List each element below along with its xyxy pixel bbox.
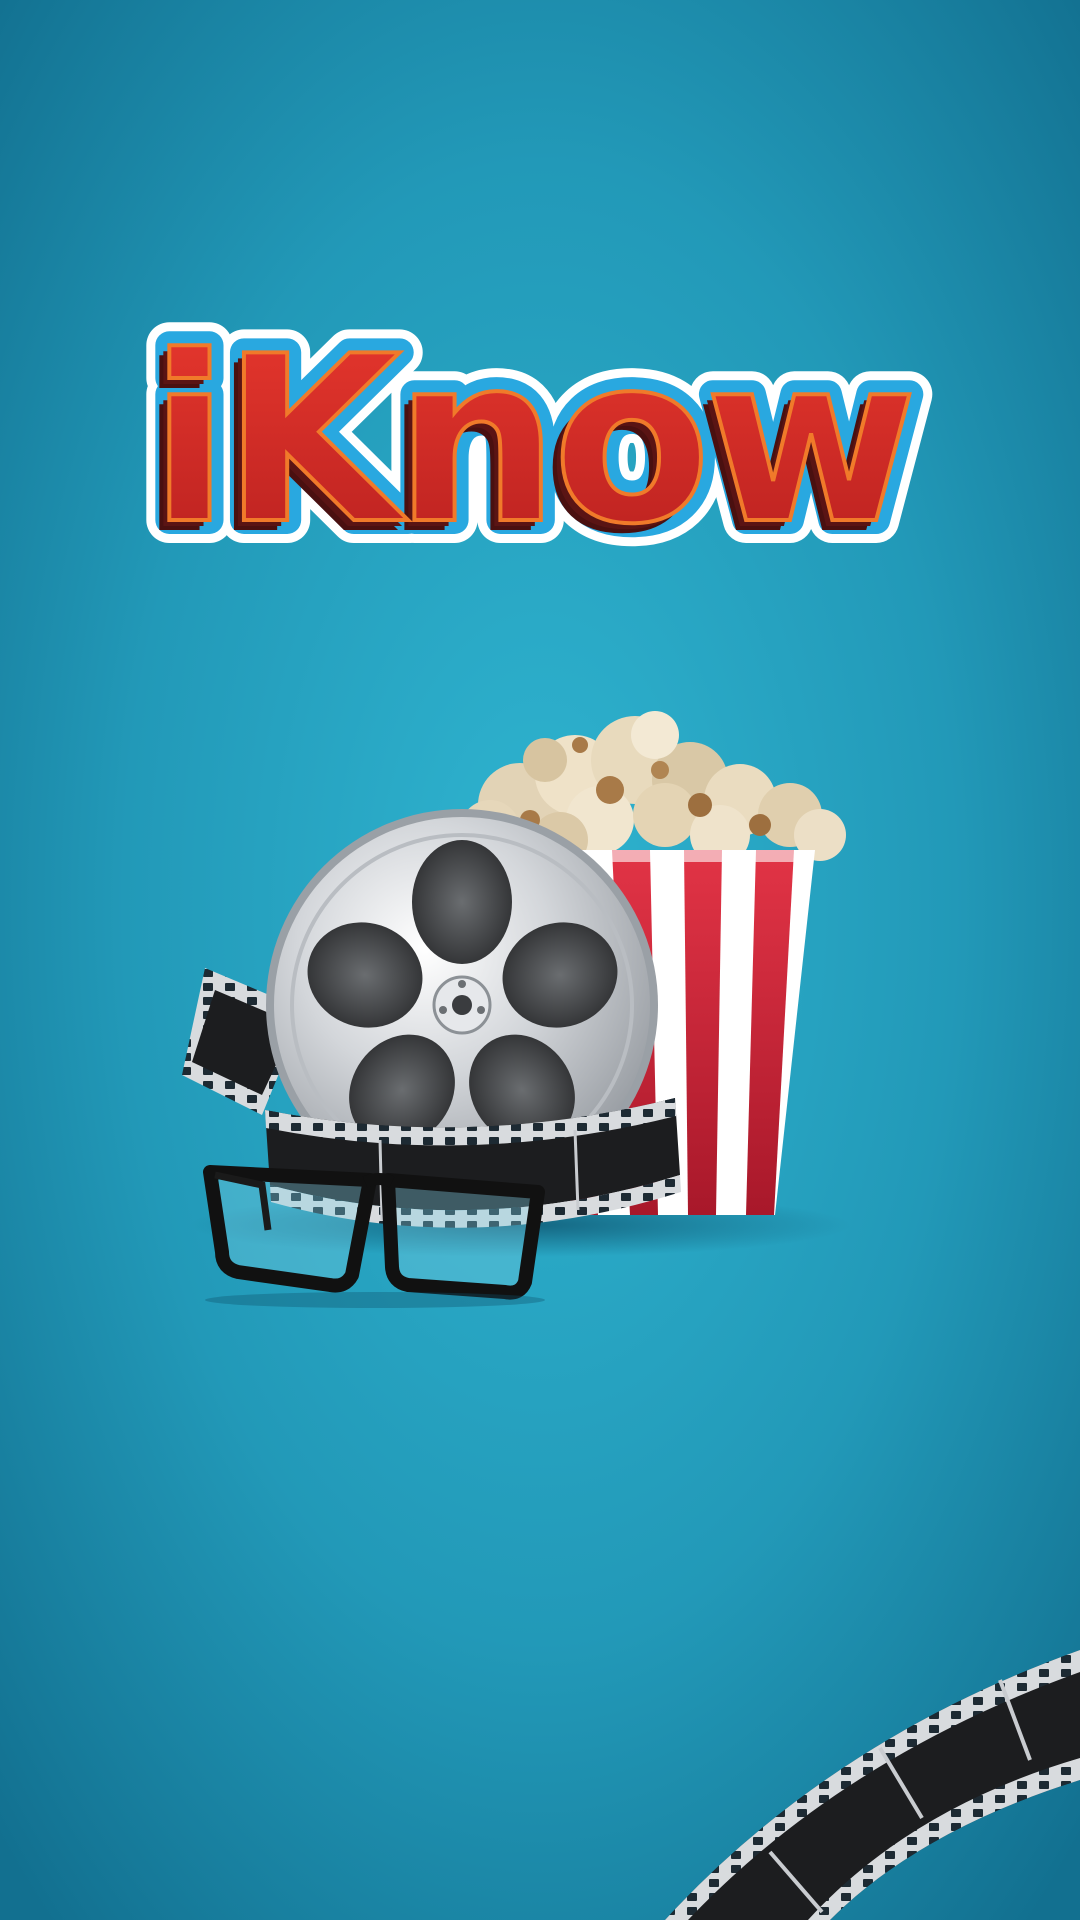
iknow-logo: iKnow iKnow iKnow iKnow iKnow bbox=[127, 285, 940, 598]
splash-canvas: iKnow iKnow iKnow iKnow iKnow bbox=[0, 0, 1080, 1920]
splash-screen: iKnow iKnow iKnow iKnow iKnow bbox=[0, 0, 1080, 1920]
logo-text: iKnow bbox=[150, 308, 911, 575]
